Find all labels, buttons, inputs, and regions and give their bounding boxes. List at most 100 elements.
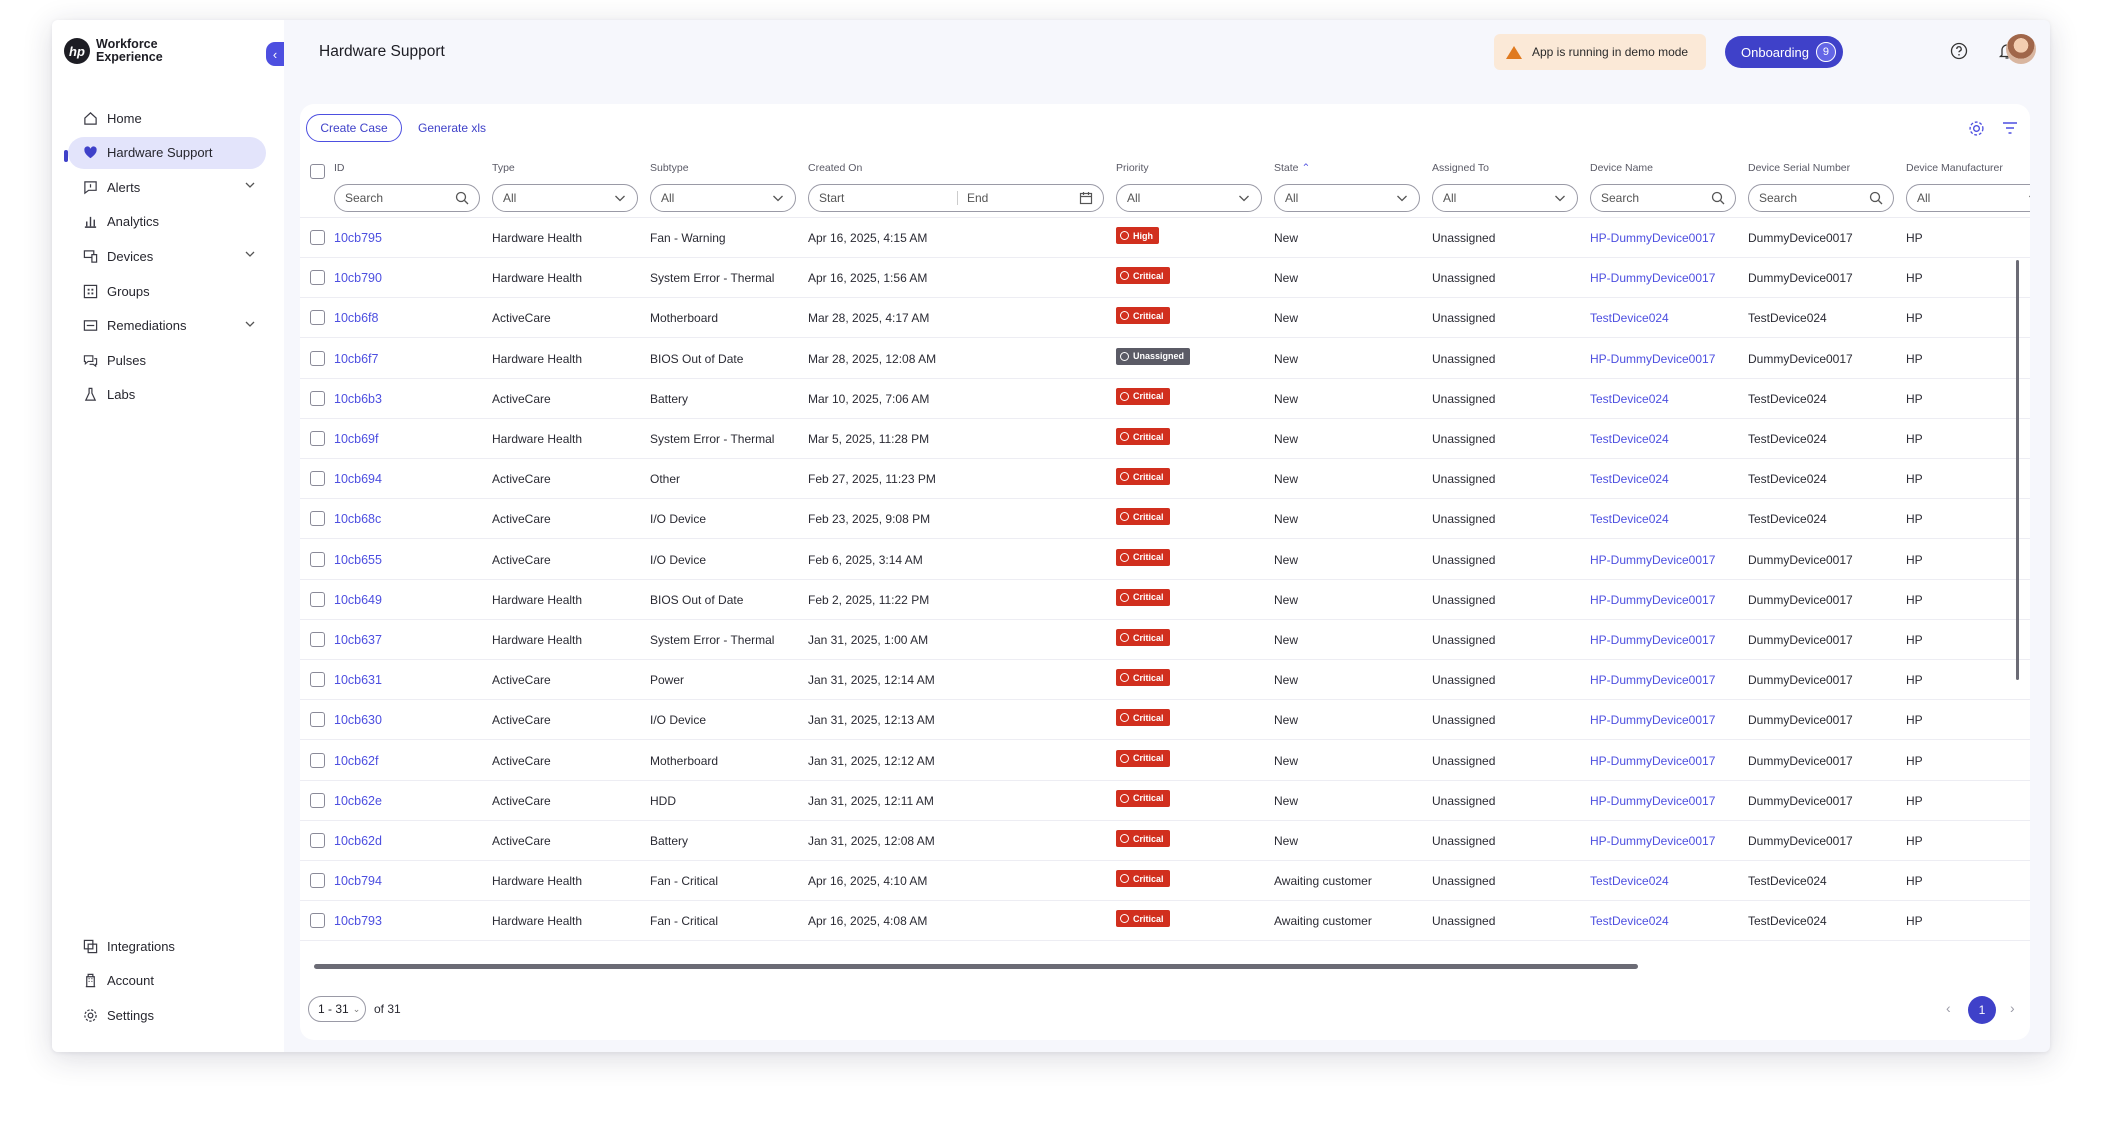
device-name-link[interactable]: HP-DummyDevice0017	[1590, 754, 1715, 768]
vertical-scrollbar[interactable]	[2016, 260, 2019, 680]
start-date-field[interactable]: Start	[819, 191, 844, 205]
collapse-sidebar-button[interactable]: ‹	[266, 42, 284, 66]
table-row[interactable]: 10cb6f8 ActiveCare Motherboard Mar 28, 2025…	[300, 298, 2030, 339]
case-id-link[interactable]: 10cb6b3	[334, 392, 382, 406]
help-icon[interactable]	[1948, 40, 1970, 62]
row-checkbox[interactable]	[310, 873, 325, 889]
table-row[interactable]: 10cb69f Hardware Health System Error - The…	[300, 419, 2030, 459]
table-row[interactable]: 10cb6b3 ActiveCare Battery Mar 10, 2025, 7:…	[300, 379, 2030, 419]
end-date-field[interactable]: End	[967, 191, 988, 205]
table-row[interactable]: 10cb630 ActiveCare I/O Device Jan 31, 2025,…	[300, 700, 2030, 741]
case-id-link[interactable]: 10cb794	[334, 874, 382, 888]
select-filter-type[interactable]: All	[492, 184, 638, 212]
column-header-subtype[interactable]: Subtype	[650, 162, 689, 174]
column-header-state[interactable]: State ⌃	[1274, 162, 1310, 174]
table-row[interactable]: 10cb62e ActiveCare HDD Jan 31, 2025, 12:11 …	[300, 781, 2030, 821]
sidebar-item-analytics[interactable]: Analytics	[68, 206, 266, 238]
row-checkbox[interactable]	[310, 431, 325, 446]
page-range-select[interactable]: 1 - 31 ⌄	[308, 996, 366, 1022]
device-name-link[interactable]: HP-DummyDevice0017	[1590, 633, 1715, 647]
onboarding-button[interactable]: Onboarding 9	[1725, 36, 1843, 68]
table-row[interactable]: 10cb62f ActiveCare Motherboard Jan 31, 2025…	[300, 741, 2030, 781]
sidebar-item-alerts[interactable]: Alerts	[68, 171, 266, 203]
column-header-device-serial-number[interactable]: Device Serial Number	[1748, 162, 1850, 174]
device-name-link[interactable]: HP-DummyDevice0017	[1590, 834, 1715, 848]
table-row[interactable]: 10cb6f7 Hardware Health BIOS Out of Date Ma…	[300, 339, 2030, 379]
device-name-link[interactable]: HP-DummyDevice0017	[1590, 271, 1715, 285]
table-row[interactable]: 10cb793 Hardware Health Fan - Critical Apr …	[300, 901, 2030, 942]
device-name-link[interactable]: TestDevice024	[1590, 914, 1669, 928]
search-filter-device-name[interactable]: Search	[1590, 184, 1736, 212]
case-id-link[interactable]: 10cb631	[334, 673, 382, 687]
row-checkbox[interactable]	[310, 310, 325, 326]
chevron-down-icon[interactable]	[244, 318, 256, 333]
case-id-link[interactable]: 10cb630	[334, 713, 382, 727]
device-name-link[interactable]: HP-DummyDevice0017	[1590, 713, 1715, 727]
sidebar-item-integrations[interactable]: Integrations	[68, 930, 266, 962]
row-checkbox[interactable]	[310, 350, 325, 366]
case-id-link[interactable]: 10cb62f	[334, 754, 378, 768]
device-name-link[interactable]: TestDevice024	[1590, 512, 1669, 526]
case-id-link[interactable]: 10cb793	[334, 914, 382, 928]
page-number-button[interactable]: 1	[1968, 996, 1996, 1024]
sidebar-item-pulses[interactable]: Pulses	[68, 344, 266, 376]
sidebar-item-remediations[interactable]: Remediations	[68, 310, 266, 342]
column-header-type[interactable]: Type	[492, 162, 515, 174]
case-id-link[interactable]: 10cb62d	[334, 834, 382, 848]
case-id-link[interactable]: 10cb6f7	[334, 352, 378, 366]
table-row[interactable]: 10cb68c ActiveCare I/O Device Feb 23, 2025,…	[300, 499, 2030, 540]
table-row[interactable]: 10cb637 Hardware Health System Error - The…	[300, 620, 2030, 660]
device-name-link[interactable]: TestDevice024	[1590, 392, 1669, 406]
search-filter-device-serial-number[interactable]: Search	[1748, 184, 1894, 212]
table-row[interactable]: 10cb794 Hardware Health Fan - Critical Apr …	[300, 861, 2030, 902]
row-checkbox[interactable]	[310, 591, 325, 607]
row-checkbox[interactable]	[310, 551, 325, 567]
select-filter-state[interactable]: All	[1274, 184, 1420, 212]
sidebar-item-hardware-support[interactable]: Hardware Support	[68, 136, 266, 169]
device-name-link[interactable]: TestDevice024	[1590, 472, 1669, 486]
column-header-device-name[interactable]: Device Name	[1590, 162, 1653, 174]
table-row[interactable]: 10cb631 ActiveCare Power Jan 31, 2025, 12:1…	[300, 660, 2030, 701]
row-checkbox[interactable]	[310, 471, 325, 487]
case-id-link[interactable]: 10cb62e	[334, 794, 382, 808]
case-id-link[interactable]: 10cb68c	[334, 512, 381, 526]
row-checkbox[interactable]	[310, 752, 325, 768]
table-row[interactable]: 10cb62d ActiveCare Battery Jan 31, 2025, 12…	[300, 821, 2030, 861]
column-header-priority[interactable]: Priority	[1116, 162, 1149, 174]
case-id-link[interactable]: 10cb795	[334, 231, 382, 245]
row-checkbox[interactable]	[310, 913, 325, 929]
device-name-link[interactable]: TestDevice024	[1590, 432, 1669, 446]
table-row[interactable]: 10cb795 Hardware Health Fan - Warning Apr 1…	[300, 218, 2030, 258]
sidebar-item-settings[interactable]: Settings	[68, 999, 266, 1031]
table-row[interactable]: 10cb655 ActiveCare I/O Device Feb 6, 2025, …	[300, 540, 2030, 580]
next-page-icon[interactable]: ›	[2010, 1000, 2015, 1016]
select-filter-priority[interactable]: All	[1116, 184, 1262, 212]
row-checkbox[interactable]	[310, 792, 325, 808]
row-checkbox[interactable]	[310, 712, 325, 728]
select-all-checkbox[interactable]	[310, 164, 325, 179]
chevron-down-icon[interactable]	[244, 248, 256, 263]
select-filter-subtype[interactable]: All	[650, 184, 796, 212]
device-name-link[interactable]: TestDevice024	[1590, 311, 1669, 325]
chevron-down-icon[interactable]	[244, 179, 256, 194]
row-checkbox[interactable]	[310, 672, 325, 688]
prev-page-icon[interactable]: ‹	[1946, 1000, 1951, 1016]
avatar[interactable]	[2006, 34, 2036, 64]
settings-gear-icon[interactable]	[1966, 118, 1986, 138]
column-header-created-on[interactable]: Created On	[808, 162, 862, 174]
column-header-id[interactable]: ID	[334, 162, 345, 174]
table-row[interactable]: 10cb694 ActiveCare Other Feb 27, 2025, 11:2…	[300, 459, 2030, 500]
sidebar-item-account[interactable]: Account	[68, 965, 266, 997]
device-name-link[interactable]: HP-DummyDevice0017	[1590, 231, 1715, 245]
case-id-link[interactable]: 10cb790	[334, 271, 382, 285]
sidebar-item-groups[interactable]: Groups	[68, 275, 266, 307]
horizontal-scrollbar[interactable]	[314, 964, 1638, 969]
row-checkbox[interactable]	[310, 230, 325, 245]
sidebar-item-home[interactable]: Home	[68, 102, 266, 134]
sidebar-item-devices[interactable]: Devices	[68, 240, 266, 272]
select-filter-assigned-to[interactable]: All	[1432, 184, 1578, 212]
created-on-date-range[interactable]: Start End	[808, 184, 1104, 212]
case-id-link[interactable]: 10cb6f8	[334, 311, 378, 325]
device-name-link[interactable]: HP-DummyDevice0017	[1590, 794, 1715, 808]
column-header-assigned-to[interactable]: Assigned To	[1432, 162, 1489, 174]
